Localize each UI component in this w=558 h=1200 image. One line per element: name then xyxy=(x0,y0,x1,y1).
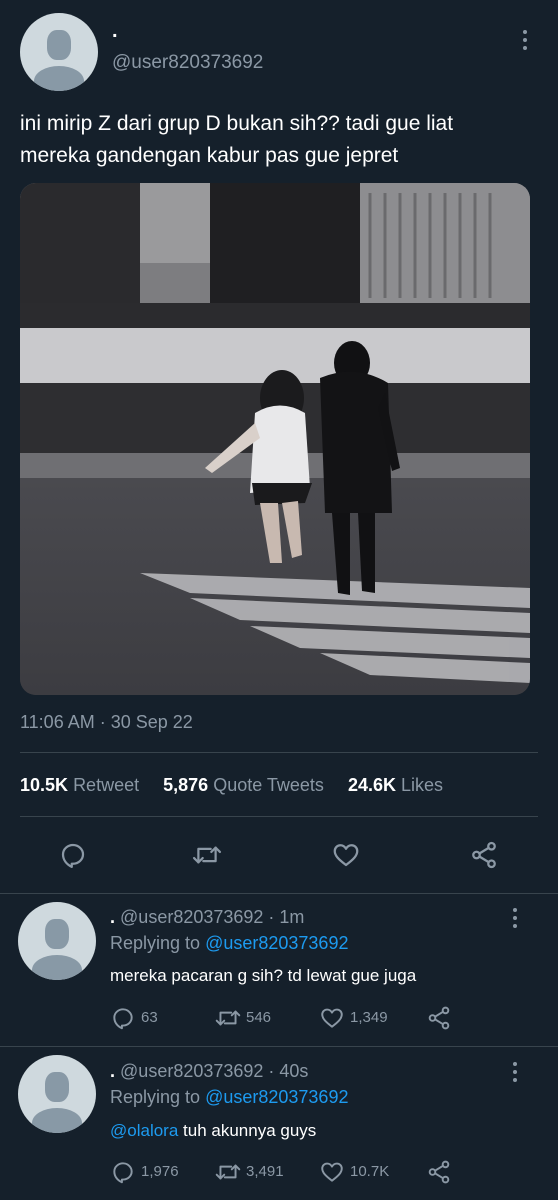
reply-mention[interactable]: @olalora xyxy=(110,1121,178,1140)
like-icon[interactable] xyxy=(319,1159,345,1185)
divider xyxy=(20,752,538,753)
retweet-count: 546 xyxy=(246,1009,272,1026)
tweet-text-line-1: ini mirip Z dari grup D bukan sih?? tadi… xyxy=(20,112,454,135)
tweet-photo[interactable] xyxy=(20,183,530,695)
reply-icon[interactable] xyxy=(110,1005,136,1031)
author-avatar[interactable] xyxy=(20,13,98,91)
more-options-icon[interactable] xyxy=(522,30,528,50)
divider xyxy=(0,1046,558,1047)
reply-body: tuh akunnya guys xyxy=(178,1121,317,1140)
retweet-icon[interactable] xyxy=(214,1159,242,1185)
reply-icon[interactable] xyxy=(110,1159,136,1185)
avatar-body-shape xyxy=(32,955,82,980)
retweets-count: 10.5K xyxy=(20,775,69,795)
retweet-icon[interactable] xyxy=(191,840,223,870)
quotes-count: 5,876 xyxy=(163,775,209,795)
retweets-label: Retweet xyxy=(73,775,140,795)
share-icon[interactable] xyxy=(468,840,500,870)
avatar-body-shape xyxy=(34,66,84,91)
author-handle[interactable]: @user820373692 xyxy=(112,52,263,74)
tweet-stats: 10.5K Retweet 5,876 Quote Tweets 24.6K L… xyxy=(20,775,443,796)
reply-body: mereka pacaran g sih? td lewat gue juga xyxy=(110,966,417,985)
reply-count: 63 xyxy=(141,1009,158,1026)
replying-to: Replying to @user820373692 xyxy=(110,1087,348,1108)
more-options-icon[interactable] xyxy=(512,908,518,928)
avatar-body-shape xyxy=(32,1108,82,1133)
reply-display-name[interactable]: . xyxy=(110,907,115,927)
replying-to-prefix: Replying to xyxy=(110,933,201,953)
tweet-text: ini mirip Z dari grup D bukan sih?? tadi… xyxy=(20,108,453,172)
reply-text: mereka pacaran g sih? td lewat gue juga xyxy=(110,966,416,986)
share-icon[interactable] xyxy=(426,1159,452,1185)
quotes-stat[interactable]: 5,876 Quote Tweets xyxy=(163,775,329,795)
avatar-head-shape xyxy=(45,1072,69,1102)
tweet-text-line-2: mereka gandengan kabur pas gue jepret xyxy=(20,144,399,167)
replying-to-handle[interactable]: @user820373692 xyxy=(205,933,348,953)
divider xyxy=(20,816,538,817)
like-count: 10.7K xyxy=(350,1163,390,1180)
replying-to: Replying to @user820373692 xyxy=(110,933,348,954)
avatar-head-shape xyxy=(47,30,71,60)
tweet-timestamp[interactable]: 11:06 AM · 30 Sep 22 xyxy=(20,712,193,733)
reply-avatar[interactable] xyxy=(18,902,96,980)
reply-handle-time[interactable]: @user820373692 · 40s xyxy=(120,1061,308,1081)
retweets-stat[interactable]: 10.5K Retweet xyxy=(20,775,144,795)
share-icon[interactable] xyxy=(426,1005,452,1031)
divider xyxy=(0,893,558,894)
retweet-icon[interactable] xyxy=(214,1005,242,1031)
reply-icon[interactable] xyxy=(58,840,88,870)
avatar-head-shape xyxy=(45,919,69,949)
likes-count: 24.6K xyxy=(347,775,397,795)
retweet-count: 3,491 xyxy=(246,1163,284,1180)
quotes-label: Quote Tweets xyxy=(213,775,324,795)
reply-header: . @user820373692 · 1m xyxy=(110,907,304,928)
reply-avatar[interactable] xyxy=(18,1055,96,1133)
reply-handle-time[interactable]: @user820373692 · 1m xyxy=(120,907,304,927)
reply-display-name[interactable]: . xyxy=(110,1061,115,1081)
author-display-name[interactable]: . xyxy=(112,20,118,43)
likes-stat[interactable]: 24.6K Likes xyxy=(348,775,443,795)
like-icon[interactable] xyxy=(331,840,361,870)
replying-to-handle[interactable]: @user820373692 xyxy=(205,1087,348,1107)
reply-text: @olalora tuh akunnya guys xyxy=(110,1121,316,1141)
reply-count: 1,976 xyxy=(141,1163,179,1180)
photo-scene xyxy=(20,183,530,695)
more-options-icon[interactable] xyxy=(512,1062,518,1082)
like-icon[interactable] xyxy=(319,1005,345,1031)
likes-label: Likes xyxy=(401,775,444,795)
like-count: 1,349 xyxy=(350,1009,388,1026)
replying-to-prefix: Replying to xyxy=(110,1087,201,1107)
reply-header: . @user820373692 · 40s xyxy=(110,1061,308,1082)
